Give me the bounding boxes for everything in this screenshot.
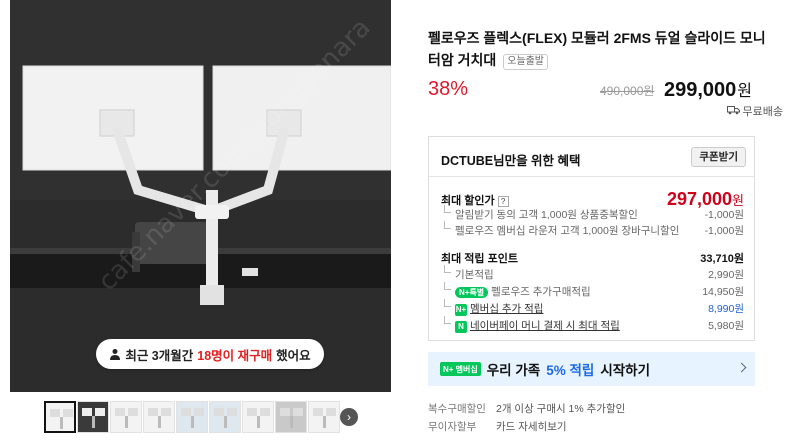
max-points-value: 33,710원: [700, 253, 744, 265]
benefit-title: DCTUBE님만을 위한 혜택: [441, 154, 581, 168]
promo-suffix: 시작하기: [600, 363, 650, 378]
thumbnail-next-icon[interactable]: ›: [340, 408, 358, 426]
point-item[interactable]: N 네이버페이 머니 결제 시 최대 적립 5,980원: [441, 316, 744, 333]
shipping-info: 무료배송: [726, 103, 783, 119]
thumbnail[interactable]: [44, 401, 76, 433]
nplus-special-badge: N+특별: [455, 287, 489, 298]
point-item-value: 2,990원: [708, 269, 744, 281]
extra-info-value: 2개 이상 구매시 1% 추가할인: [496, 402, 626, 415]
sale-price-currency: 원: [737, 83, 753, 100]
max-points-row: 최대 적립 포인트 33,710원: [441, 250, 744, 266]
thumbnail[interactable]: [308, 401, 340, 433]
benefit-box: DCTUBE님만을 위한 혜택 쿠폰받기 최대 할인가? 297,000원 알림…: [428, 136, 755, 341]
extra-info-row: 복수구매할인 2개 이상 구매시 1% 추가할인: [428, 399, 625, 417]
point-item-value: 8,990원: [708, 303, 744, 315]
thumbnail[interactable]: [176, 401, 208, 433]
rebuy-suffix: 했어요: [276, 348, 311, 363]
point-item: N+특별 펠로우즈 추가구매적립 14,950원: [441, 282, 744, 299]
point-item-label[interactable]: 멤버십 추가 적립: [470, 303, 543, 315]
point-item-label: 펠로우즈 추가구매적립: [491, 286, 591, 298]
person-icon: [109, 348, 121, 360]
help-icon[interactable]: ?: [497, 195, 509, 207]
thumbnail[interactable]: [143, 401, 175, 433]
nplus-icon: N+: [455, 304, 467, 316]
discount-rate: 38%: [428, 78, 469, 100]
extra-info-row: 무이자할부 카드 자세히보기: [428, 417, 625, 435]
point-item-value: 14,950원: [702, 286, 744, 298]
shipping-text: 무료배송: [742, 106, 783, 118]
rebuy-highlight: 18명이 재구매: [197, 348, 273, 363]
chevron-right-icon: [736, 362, 747, 373]
sale-price-value: 299,000: [664, 79, 737, 101]
thumbnail[interactable]: [242, 401, 274, 433]
thumbnail[interactable]: [209, 401, 241, 433]
point-item-label: 기본적립: [441, 265, 494, 282]
membership-promo-banner[interactable]: N+ 멤버십 우리 가족 5% 적립 시작하기: [428, 352, 755, 386]
thumbnail[interactable]: [275, 401, 307, 433]
product-gallery: cafe.naver.com/joonggonara 최근 3개월간 18명이 …: [0, 0, 398, 441]
sale-price: 299,000원: [664, 77, 752, 102]
thumbnail-strip: [44, 401, 340, 433]
max-discount-value: 297,000: [666, 189, 733, 209]
discount-item-value: -1,000원: [704, 225, 744, 237]
extra-info-label: 무이자할부: [428, 420, 477, 433]
original-price: 490,000원: [600, 84, 655, 98]
discount-item: 펠로우즈 멤버십 라운저 고객 1,000원 장바구니할인 -1,000원: [441, 221, 744, 238]
thumbnail[interactable]: [110, 401, 142, 433]
max-discount-currency: 원: [732, 193, 744, 208]
promo-prefix: 우리 가족: [486, 363, 541, 378]
rebuy-prefix: 최근 3개월간: [125, 348, 194, 363]
point-item-value: 5,980원: [708, 320, 744, 332]
extra-info-label: 복수구매할인: [428, 402, 486, 415]
discount-item: 알림받기 동의 고객 1,000원 상품중복할인 -1,000원: [441, 205, 744, 222]
product-title-text: 펠로우즈 플렉스(FLEX) 모듈러 2FMS 듀얼 슬라이드 모니터암 거치대: [428, 30, 766, 68]
card-detail-link[interactable]: 카드 자세히보기: [496, 419, 567, 434]
rebuy-badge: 최근 3개월간 18명이 재구매 했어요: [96, 339, 324, 369]
truck-icon: [726, 105, 740, 118]
extra-info: 복수구매할인 2개 이상 구매시 1% 추가할인 무이자할부 카드 자세히보기: [428, 399, 625, 435]
point-item[interactable]: N+ 멤버십 추가 적립 8,990원: [441, 299, 744, 316]
max-points-label: 최대 적립 포인트: [441, 253, 518, 265]
promo-highlight: 5% 적립: [546, 363, 595, 378]
point-item: 기본적립 2,990원: [441, 265, 744, 282]
monitor-arm-illustration: cafe.naver.com/joonggonara: [10, 0, 391, 392]
benefit-header: DCTUBE님만을 위한 혜택 쿠폰받기: [429, 137, 754, 177]
nplus-membership-badge: N+ 멤버십: [440, 362, 481, 376]
today-shipping-tag: 오늘출발: [503, 54, 548, 70]
discount-item-label: 알림받기 동의 고객 1,000원 상품중복할인: [441, 205, 638, 222]
npay-icon: N: [455, 321, 467, 333]
point-item-label[interactable]: 네이버페이 머니 결제 시 최대 적립: [470, 320, 620, 332]
product-title: 펠로우즈 플렉스(FLEX) 모듈러 2FMS 듀얼 슬라이드 모니터암 거치대…: [428, 27, 768, 71]
discount-item-value: -1,000원: [704, 209, 744, 221]
coupon-button[interactable]: 쿠폰받기: [691, 147, 746, 167]
discount-item-label: 펠로우즈 멤버십 라운저 고객 1,000원 장바구니할인: [441, 221, 679, 238]
main-product-image[interactable]: cafe.naver.com/joonggonara 최근 3개월간 18명이 …: [10, 0, 391, 392]
thumbnail[interactable]: [77, 401, 109, 433]
